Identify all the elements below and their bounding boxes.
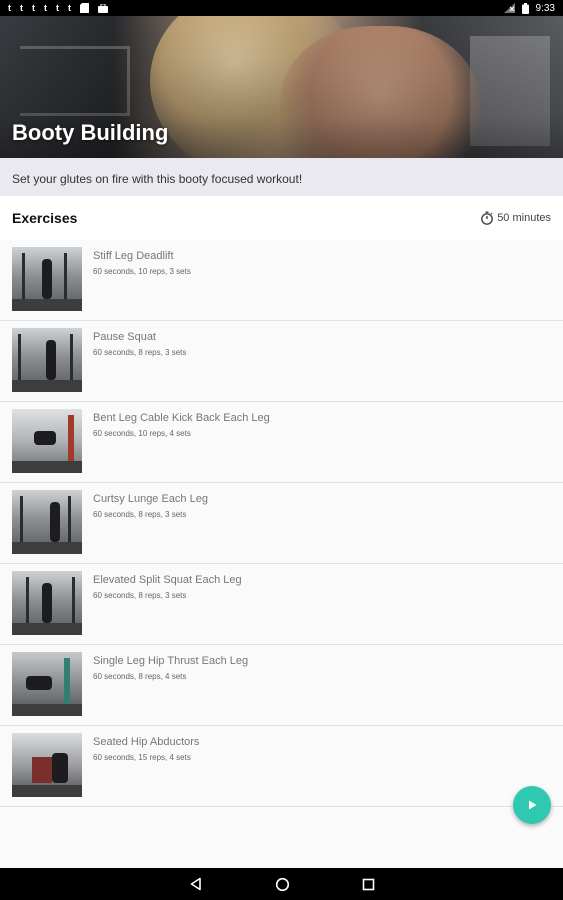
exercise-row[interactable]: Stiff Leg Deadlift 60 seconds, 10 reps, …	[0, 240, 563, 321]
exercise-thumbnail	[12, 247, 82, 311]
exercise-list: Stiff Leg Deadlift 60 seconds, 10 reps, …	[0, 240, 563, 807]
exercise-row[interactable]: Elevated Split Squat Each Leg 60 seconds…	[0, 564, 563, 645]
exercise-thumbnail	[12, 490, 82, 554]
system-navigation-bar	[0, 868, 563, 900]
exercise-thumbnail	[12, 733, 82, 797]
exercise-row[interactable]: Curtsy Lunge Each Leg 60 seconds, 8 reps…	[0, 483, 563, 564]
exercise-thumbnail	[12, 328, 82, 392]
exercise-name: Seated Hip Abductors	[93, 736, 200, 748]
exercise-name: Curtsy Lunge Each Leg	[93, 493, 208, 505]
home-icon[interactable]	[275, 877, 290, 892]
signal-off-icon	[503, 3, 515, 13]
battery-icon	[521, 2, 529, 14]
exercise-row[interactable]: Single Leg Hip Thrust Each Leg 60 second…	[0, 645, 563, 726]
notification-icon: t	[44, 3, 47, 13]
stopwatch-icon	[481, 211, 494, 225]
hero-image: Booty Building	[0, 16, 563, 158]
start-workout-button[interactable]	[513, 786, 551, 824]
notification-icon: t	[68, 3, 71, 13]
exercise-meta: 60 seconds, 8 reps, 3 sets	[93, 510, 187, 519]
notification-icon: t	[56, 3, 59, 13]
workout-title: Booty Building	[12, 120, 169, 145]
exercise-thumbnail	[12, 571, 82, 635]
exercise-row[interactable]: Bent Leg Cable Kick Back Each Leg 60 sec…	[0, 402, 563, 483]
exercise-name: Elevated Split Squat Each Leg	[93, 574, 242, 586]
exercise-row[interactable]: Pause Squat 60 seconds, 8 reps, 3 sets	[0, 321, 563, 402]
exercise-meta: 60 seconds, 10 reps, 4 sets	[93, 429, 191, 438]
back-icon[interactable]	[189, 877, 203, 891]
exercise-name: Pause Squat	[93, 331, 156, 343]
notification-icon: t	[32, 3, 35, 13]
exercise-thumbnail	[12, 409, 82, 473]
exercise-name: Single Leg Hip Thrust Each Leg	[93, 655, 249, 667]
notification-icons: t t t t t t	[8, 3, 504, 13]
exercise-meta: 60 seconds, 15 reps, 4 sets	[93, 753, 191, 762]
exercise-row[interactable]: Seated Hip Abductors 60 seconds, 15 reps…	[0, 726, 563, 807]
workout-duration: 50 minutes	[480, 211, 551, 225]
duration-text: 50 minutes	[497, 212, 551, 224]
system-status: 9:33	[503, 2, 555, 14]
exercise-name: Stiff Leg Deadlift	[93, 250, 174, 262]
clock: 9:33	[535, 2, 555, 14]
status-bar: t t t t t t 9:33	[0, 0, 563, 16]
notification-icon: t	[20, 3, 23, 13]
exercise-meta: 60 seconds, 8 reps, 3 sets	[93, 348, 187, 357]
exercises-header: Exercises 50 minutes	[0, 196, 563, 240]
exercise-meta: 60 seconds, 8 reps, 4 sets	[93, 672, 187, 681]
exercise-meta: 60 seconds, 10 reps, 3 sets	[93, 267, 191, 276]
play-icon	[529, 800, 537, 810]
exercise-meta: 60 seconds, 8 reps, 3 sets	[93, 591, 187, 600]
exercise-name: Bent Leg Cable Kick Back Each Leg	[93, 412, 270, 424]
exercise-thumbnail	[12, 652, 82, 716]
sd-card-icon	[80, 3, 89, 13]
briefcase-icon	[98, 3, 108, 13]
notification-icon: t	[8, 3, 11, 13]
exercises-title: Exercises	[12, 210, 78, 226]
recents-icon[interactable]	[362, 878, 375, 891]
workout-description: Set your glutes on fire with this booty …	[0, 158, 563, 196]
